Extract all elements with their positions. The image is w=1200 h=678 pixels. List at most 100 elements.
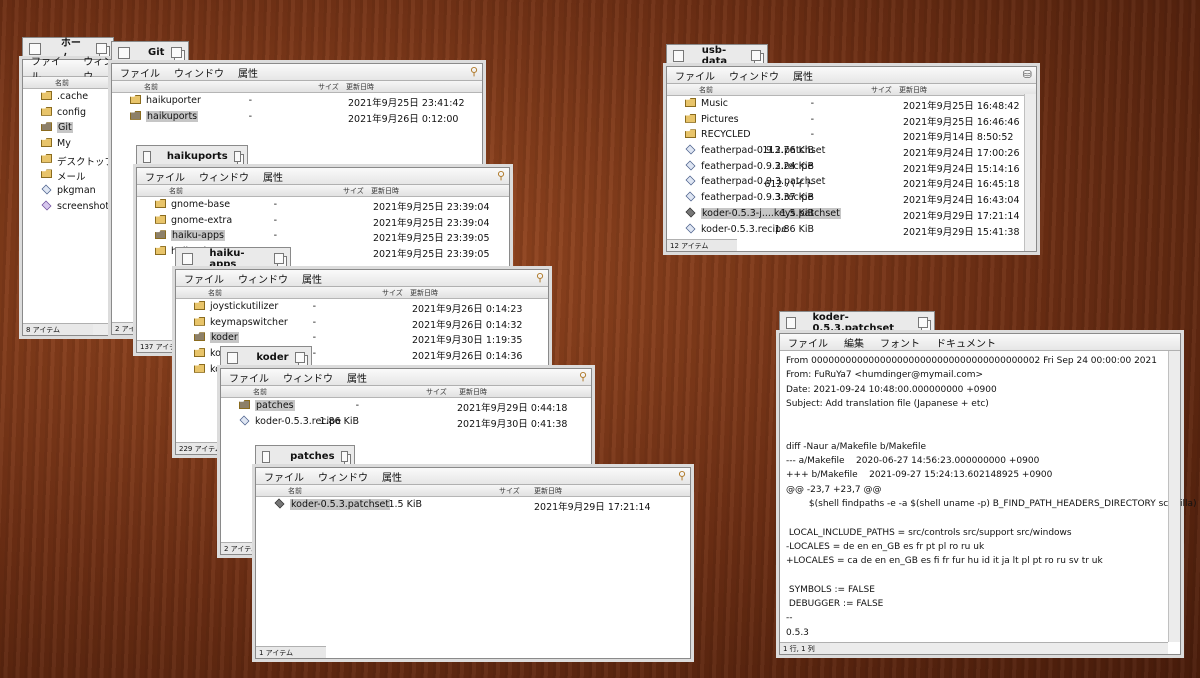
text-line: -LOCALES = de en en_GB es fr pt pl ro ru… (786, 541, 985, 552)
tracker-icon[interactable]: ⚲ (470, 65, 478, 78)
list-item[interactable]: featherpad-0.9.2.recipe 3.24 KiB 2021年9月24… (667, 159, 1036, 175)
tracker-icon[interactable]: ⚲ (497, 169, 505, 182)
close-icon[interactable] (143, 150, 151, 163)
tracker-icon[interactable]: ⚲ (678, 469, 686, 482)
list-item[interactable]: koder - 2021年9月30日 1:19:35 (176, 330, 548, 346)
col-size[interactable]: サイズ (426, 387, 447, 397)
menu-window[interactable]: ウィンドウ (283, 370, 333, 385)
menu-file[interactable]: ファイル (229, 370, 269, 385)
zoom-icon[interactable] (273, 253, 284, 264)
close-icon[interactable] (786, 316, 797, 329)
menu-file[interactable]: ファイル (120, 65, 160, 80)
menu-file[interactable]: ファイル (788, 335, 828, 350)
vertical-scrollbar[interactable] (1168, 351, 1180, 642)
menu-attributes[interactable]: 属性 (347, 370, 367, 385)
zoom-icon[interactable] (233, 151, 241, 162)
col-size[interactable]: サイズ (343, 186, 364, 196)
list-item[interactable]: keymapswitcher - 2021年9月26日 0:14:32 (176, 315, 548, 331)
zoom-icon[interactable] (171, 47, 182, 58)
folder-icon (41, 153, 52, 163)
menu-attributes[interactable]: 属性 (238, 65, 258, 80)
list-item[interactable]: haiku-apps - 2021年9月25日 23:39:05 (137, 228, 509, 244)
patches-window-tab[interactable]: patches (255, 445, 355, 467)
close-icon[interactable] (673, 49, 684, 62)
list-item[interactable]: haikuporter - 2021年9月25日 23:41:42 (112, 93, 482, 109)
text-area[interactable]: From 00000000000000000000000000000000000… (780, 351, 1197, 643)
tracker-icon[interactable]: ⚲ (536, 271, 544, 284)
col-modified[interactable]: 更新日時 (534, 486, 562, 496)
list-item[interactable]: koder-0.5.3-j....keys.patchset 1.5 KiB 202… (667, 206, 1036, 222)
haiku-apps-window-tab[interactable]: haiku-apps (175, 247, 291, 270)
column-header[interactable]: 名前 サイズ 更新日時 (256, 485, 690, 497)
menu-file[interactable]: ファイル (184, 271, 224, 286)
tracker-icon[interactable]: ⚲ (579, 370, 587, 383)
list-item[interactable]: Pictures - 2021年9月25日 16:46:46 (667, 112, 1036, 128)
list-item[interactable]: patches - 2021年9月29日 0:44:18 (221, 398, 591, 414)
menu-document[interactable]: ドキュメント (936, 335, 996, 350)
usb-data-window-tab[interactable]: usb-data (666, 44, 768, 67)
close-icon[interactable] (182, 252, 194, 265)
list-item[interactable]: Music - 2021年9月25日 16:48:42 (667, 96, 1036, 112)
vertical-scrollbar[interactable] (1024, 94, 1036, 251)
col-modified[interactable]: 更新日時 (346, 82, 374, 92)
column-header[interactable]: 名前 サイズ 更新日時 (176, 287, 548, 299)
list-item[interactable]: koder-0.5.3.recipe 1.86 KiB 2021年9月29日 15:… (667, 222, 1036, 238)
menu-file[interactable]: ファイル (264, 469, 304, 484)
col-size[interactable]: サイズ (318, 82, 339, 92)
col-name[interactable]: 名前 (699, 85, 713, 95)
col-size[interactable]: サイズ (499, 486, 520, 496)
menu-attributes[interactable]: 属性 (263, 169, 283, 184)
menu-window[interactable]: ウィンドウ (729, 68, 779, 83)
col-size[interactable]: サイズ (871, 85, 892, 95)
menu-file[interactable]: ファイル (675, 68, 715, 83)
close-icon[interactable] (118, 46, 130, 59)
zoom-icon[interactable] (918, 317, 928, 328)
koder-window-tab[interactable]: koder (220, 346, 312, 368)
list-item[interactable]: featherpad-0.9.3.recipe 3.37 KiB 2021年9月24… (667, 190, 1036, 206)
menu-window[interactable]: ウィンドウ (174, 65, 224, 80)
zoom-icon[interactable] (294, 352, 305, 363)
drive-icon[interactable]: ⛁ (1023, 68, 1032, 81)
editor-window-tab[interactable]: koder-0.5.3.patchset (779, 311, 935, 334)
menu-window[interactable]: ウィンドウ (238, 271, 288, 286)
col-size[interactable]: サイズ (382, 288, 403, 298)
menu-window[interactable]: ウィンドウ (199, 169, 249, 184)
col-name[interactable]: 名前 (208, 288, 222, 298)
close-icon[interactable] (262, 450, 271, 463)
list-item[interactable]: haikuports - 2021年9月26日 0:12:00 (112, 109, 482, 125)
col-modified[interactable]: 更新日時 (459, 387, 487, 397)
col-name[interactable]: 名前 (288, 486, 302, 496)
menu-window[interactable]: ウィンドウ (318, 469, 368, 484)
haikuports-window-tab[interactable]: haikuports (136, 145, 248, 167)
list-item[interactable]: featherpad-0.9.2.patchset 113.76 KiB 2021年… (667, 143, 1036, 159)
menu-edit[interactable]: 編集 (844, 335, 864, 350)
list-item[interactable]: joystickutilizer - 2021年9月26日 0:14:23 (176, 299, 548, 315)
menu-attributes[interactable]: 属性 (793, 68, 813, 83)
list-item[interactable]: koder-0.5.3.patchset 1.5 KiB 2021年9月29日 17… (256, 497, 690, 513)
zoom-icon[interactable] (340, 451, 348, 462)
zoom-icon[interactable] (751, 50, 761, 61)
list-item[interactable]: featherpad-0.9.3.patchset 612 バイト 2021年9月2… (667, 174, 1036, 190)
column-header[interactable]: 名前 サイズ 更新日時 (137, 185, 509, 197)
column-header[interactable]: 名前 サイズ 更新日時 (667, 84, 1036, 96)
menu-attributes[interactable]: 属性 (382, 469, 402, 484)
menu-attributes[interactable]: 属性 (302, 271, 322, 286)
column-header[interactable]: 名前 サイズ 更新日時 (112, 81, 482, 93)
col-name[interactable]: 名前 (169, 186, 183, 196)
col-modified[interactable]: 更新日時 (899, 85, 927, 95)
menu-file[interactable]: ファイル (145, 169, 185, 184)
col-modified[interactable]: 更新日時 (410, 288, 438, 298)
column-header[interactable]: 名前 サイズ 更新日時 (221, 386, 591, 398)
col-name[interactable]: 名前 (253, 387, 267, 397)
list-item[interactable]: gnome-base - 2021年9月25日 23:39:04 (137, 197, 509, 213)
col-name[interactable]: 名前 (55, 78, 69, 88)
git-window-tab[interactable]: Git (111, 41, 189, 63)
col-modified[interactable]: 更新日時 (371, 186, 399, 196)
horizontal-scrollbar[interactable] (830, 642, 1168, 654)
menu-font[interactable]: フォント (880, 335, 920, 350)
col-name[interactable]: 名前 (144, 82, 158, 92)
list-item[interactable]: koder-0.5.3.recipe 1.86 KiB 2021年9月30日 0:4… (221, 414, 591, 430)
close-icon[interactable] (227, 351, 239, 364)
list-item[interactable]: RECYCLED - 2021年9月14日 8:50:52 (667, 127, 1036, 143)
list-item[interactable]: gnome-extra - 2021年9月25日 23:39:04 (137, 213, 509, 229)
